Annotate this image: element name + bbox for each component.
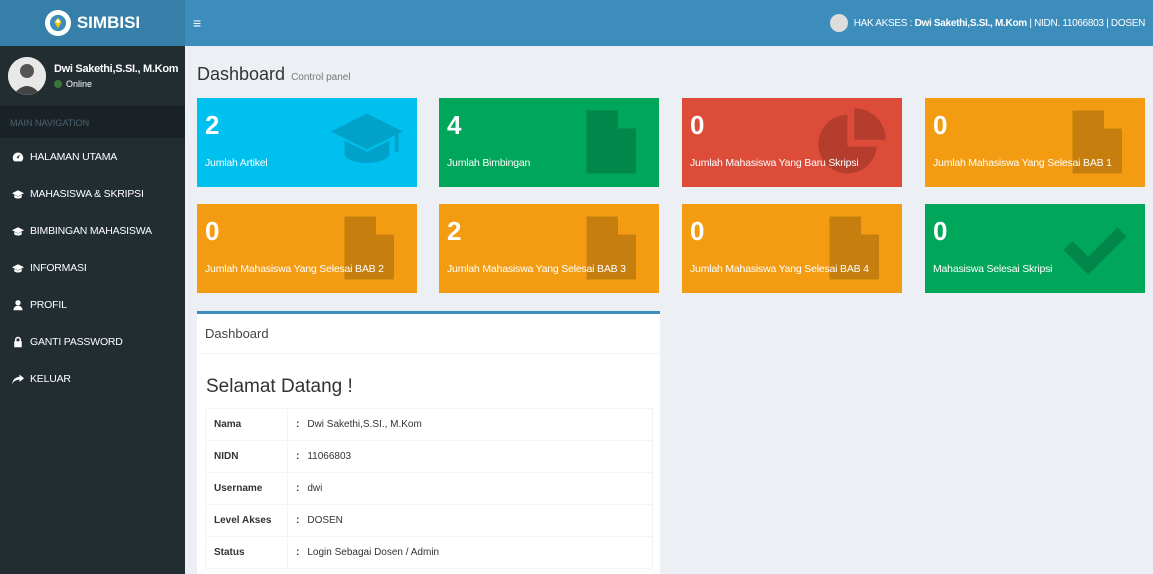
sidebar-item-label: KELUAR bbox=[30, 372, 71, 385]
stat-label: Jumlah Mahasiswa Yang Selesai BAB 1 bbox=[933, 157, 1112, 169]
menu-toggle-button[interactable]: ≡ bbox=[193, 15, 207, 31]
sidebar-item-label: GANTI PASSWORD bbox=[30, 335, 123, 348]
sidebar-item-mahasiswa-skripsi[interactable]: MAHASISWA & SKRIPSI bbox=[0, 175, 185, 212]
dashboard-panel: Dashboard Selamat Datang ! Nama : Dwi Sa… bbox=[197, 311, 660, 574]
sidebar-item-label: HALAMAN UTAMA bbox=[30, 150, 118, 163]
table-row: Status : Login Sebagai Dosen / Admin bbox=[205, 536, 654, 569]
row-key: Status bbox=[205, 536, 288, 569]
table-row: Nama : Dwi Sakethi,S.SI., M.Kom bbox=[205, 408, 654, 441]
online-dot-icon bbox=[54, 80, 62, 88]
stat-number: 0 bbox=[690, 110, 705, 140]
avatar bbox=[8, 57, 46, 95]
check-icon bbox=[1063, 227, 1127, 275]
row-key: Nama bbox=[205, 408, 288, 441]
sidebar-item-label: BIMBINGAN MAHASISWA bbox=[30, 224, 152, 237]
sidebar: SIMBISI Dwi Sakethi,S.SI., M.Kom Online … bbox=[0, 0, 185, 574]
stat-number: 2 bbox=[205, 110, 220, 140]
stat-label: Jumlah Mahasiswa Yang Selesai BAB 3 bbox=[447, 263, 626, 275]
user-icon bbox=[13, 299, 23, 310]
welcome-heading: Selamat Datang ! bbox=[206, 376, 353, 397]
stat-label: Jumlah Artikel bbox=[205, 157, 268, 169]
row-value: Login Sebagai Dosen / Admin bbox=[299, 536, 654, 569]
file-icon bbox=[586, 110, 636, 174]
sidebar-item-halaman-utama[interactable]: HALAMAN UTAMA bbox=[0, 138, 185, 175]
user-panel: Dwi Sakethi,S.SI., M.Kom Online bbox=[0, 46, 185, 106]
stat-box-selesai-bab-1[interactable]: 0 Jumlah Mahasiswa Yang Selesai BAB 1 bbox=[925, 98, 1145, 187]
stat-box-selesai-bab-3[interactable]: 2 Jumlah Mahasiswa Yang Selesai BAB 3 bbox=[439, 204, 659, 293]
stat-box-baru-skripsi[interactable]: 0 Jumlah Mahasiswa Yang Baru Skripsi bbox=[682, 98, 902, 187]
share-icon bbox=[12, 374, 24, 384]
sidebar-item-label: MAHASISWA & SKRIPSI bbox=[30, 187, 144, 200]
table-row: Level Akses : DOSEN bbox=[205, 504, 654, 537]
dashboard-icon bbox=[12, 152, 24, 161]
access-suffix: | NIDN. 11066803 | DOSEN bbox=[1029, 17, 1145, 29]
graduation-cap-icon bbox=[12, 226, 24, 235]
stat-number: 0 bbox=[933, 110, 948, 140]
stat-label: Mahasiswa Selesai Skripsi bbox=[933, 263, 1053, 275]
access-name: Dwi Sakethi,S.SI., M.Kom bbox=[914, 17, 1028, 29]
user-status-label: Online bbox=[66, 79, 93, 89]
table-row: Username : dwi bbox=[205, 472, 654, 505]
access-prefix: HAK AKSES : bbox=[853, 17, 913, 29]
page-title: Dashboard Control panel bbox=[197, 64, 351, 85]
page-title-text: Dashboard bbox=[197, 64, 286, 84]
stat-box-jumlah-artikel[interactable]: 2 Jumlah Artikel bbox=[197, 98, 417, 187]
sidebar-item-informasi[interactable]: INFORMASI bbox=[0, 249, 185, 286]
content-area: Dashboard Control panel 2 Jumlah Artikel… bbox=[185, 46, 1153, 574]
app-logo[interactable]: SIMBISI bbox=[0, 0, 185, 46]
row-separator: : bbox=[287, 408, 300, 441]
stat-box-selesai-bab-2[interactable]: 0 Jumlah Mahasiswa Yang Selesai BAB 2 bbox=[197, 204, 417, 293]
header-avatar bbox=[829, 14, 848, 32]
graduation-cap-icon bbox=[331, 113, 403, 163]
nav-header: MAIN NAVIGATION bbox=[0, 106, 185, 138]
row-key: NIDN bbox=[205, 440, 288, 473]
stat-box-selesai-skripsi[interactable]: 0 Mahasiswa Selesai Skripsi bbox=[925, 204, 1145, 293]
graduation-cap-icon bbox=[12, 189, 24, 198]
top-navbar: ≡ HAK AKSES : Dwi Sakethi,S.SI., M.Kom |… bbox=[185, 0, 1153, 46]
stat-number: 4 bbox=[447, 110, 462, 140]
row-separator: : bbox=[287, 504, 300, 537]
row-value: DOSEN bbox=[299, 504, 654, 537]
sidebar-item-profil[interactable]: PROFIL bbox=[0, 286, 185, 323]
lock-icon bbox=[14, 336, 22, 347]
stat-label: Jumlah Bimbingan bbox=[447, 157, 531, 169]
row-separator: : bbox=[287, 472, 300, 505]
tut-wuri-emblem-icon bbox=[44, 10, 71, 36]
row-value: dwi bbox=[299, 472, 654, 505]
stat-label: Jumlah Mahasiswa Yang Selesai BAB 4 bbox=[690, 263, 869, 275]
page-subtitle: Control panel bbox=[291, 72, 351, 83]
sidebar-item-ganti-password[interactable]: GANTI PASSWORD bbox=[0, 323, 185, 360]
row-value: 11066803 bbox=[299, 440, 654, 473]
user-access-info[interactable]: HAK AKSES : Dwi Sakethi,S.SI., M.Kom | N… bbox=[829, 14, 1145, 32]
stat-box-selesai-bab-4[interactable]: 0 Jumlah Mahasiswa Yang Selesai BAB 4 bbox=[682, 204, 902, 293]
sidebar-item-label: PROFIL bbox=[30, 298, 67, 311]
stat-number: 0 bbox=[690, 216, 705, 246]
user-info-table: Nama : Dwi Sakethi,S.SI., M.Kom NIDN : 1… bbox=[205, 408, 654, 569]
app-name: SIMBISI bbox=[76, 13, 141, 32]
table-row: NIDN : 11066803 bbox=[205, 440, 654, 473]
row-separator: : bbox=[287, 440, 300, 473]
stat-label: Jumlah Mahasiswa Yang Selesai BAB 2 bbox=[205, 263, 384, 275]
row-separator: : bbox=[287, 536, 300, 569]
row-key: Level Akses bbox=[205, 504, 288, 537]
user-status: Online bbox=[54, 79, 178, 89]
sidebar-item-bimbingan-mahasiswa[interactable]: BIMBINGAN MAHASISWA bbox=[0, 212, 185, 249]
stat-number: 0 bbox=[933, 216, 948, 246]
stat-number: 2 bbox=[447, 216, 462, 246]
stat-box-jumlah-bimbingan[interactable]: 4 Jumlah Bimbingan bbox=[439, 98, 659, 187]
row-key: Username bbox=[205, 472, 288, 505]
panel-title: Dashboard bbox=[197, 314, 660, 354]
sidebar-item-keluar[interactable]: KELUAR bbox=[0, 360, 185, 397]
graduation-cap-icon bbox=[12, 263, 24, 272]
sidebar-item-label: INFORMASI bbox=[30, 261, 87, 274]
row-value: Dwi Sakethi,S.SI., M.Kom bbox=[299, 408, 654, 441]
user-name: Dwi Sakethi,S.SI., M.Kom bbox=[54, 63, 179, 75]
stat-number: 0 bbox=[205, 216, 220, 246]
stat-label: Jumlah Mahasiswa Yang Baru Skripsi bbox=[690, 157, 859, 169]
